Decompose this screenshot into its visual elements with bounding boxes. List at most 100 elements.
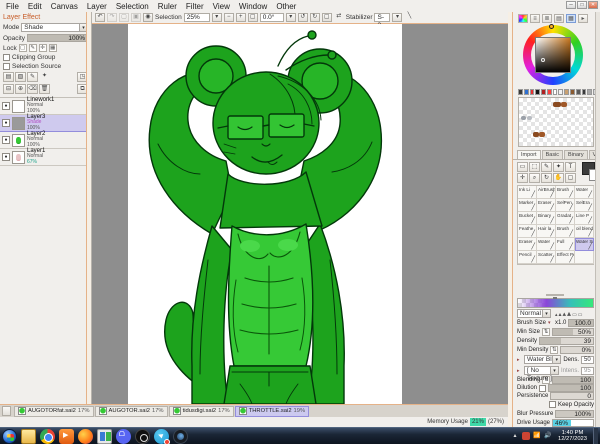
layer-row-layer2[interactable]: ● Layer2 Normal 100% <box>0 132 91 149</box>
swatch-panel-icon[interactable]: ▦ <box>566 14 576 23</box>
zoom-out-button[interactable]: − <box>224 13 234 22</box>
tool-feather[interactable]: Feathe <box>518 225 537 238</box>
keep-opacity-checkbox[interactable] <box>549 401 556 408</box>
rotate-cw-button[interactable]: ↻ <box>310 13 320 22</box>
color-swatch[interactable] <box>587 89 592 95</box>
tool-pencil[interactable]: Pencil <box>518 251 537 264</box>
canvas-area[interactable] <box>92 24 508 404</box>
tool-water-smooth[interactable]: Water Smo <box>575 238 594 251</box>
explorer-icon[interactable] <box>21 429 36 444</box>
media-player-icon[interactable] <box>59 429 74 444</box>
redo-button[interactable]: ↷ <box>107 13 117 22</box>
rotation-angle-field[interactable]: 0.0° <box>260 13 284 22</box>
tool-water[interactable]: Water <box>575 186 594 199</box>
lock-pen-icon[interactable]: ✎ <box>29 44 37 52</box>
color-swatch[interactable] <box>530 89 535 95</box>
color-swatch[interactable] <box>541 89 546 95</box>
min-density-slider[interactable]: 0% <box>560 346 594 354</box>
taskbar-clock[interactable]: 1:40 PM 12/27/2023 <box>555 430 590 443</box>
opacity-slider[interactable]: 100% <box>27 34 88 42</box>
tab-basic[interactable]: Basic <box>542 150 563 159</box>
brush-size-mult[interactable]: x1.0 <box>555 320 566 326</box>
visibility-eye-icon[interactable]: ● <box>2 119 10 127</box>
tool-eraser2[interactable]: Eraser <box>518 238 537 251</box>
tool-airbrush[interactable]: AirBrush <box>537 186 556 199</box>
menu-selection[interactable]: Selection <box>116 2 149 11</box>
min-size-slider[interactable]: 50% <box>552 328 594 336</box>
spin-buttons[interactable]: ⇅ <box>542 328 550 336</box>
dilution-slider[interactable]: 100 <box>548 384 594 392</box>
tray-app-icon[interactable] <box>522 432 530 440</box>
panel-resize-handle[interactable] <box>546 294 564 296</box>
merge-down-button[interactable]: ⊕ <box>15 84 26 94</box>
color-swatch[interactable] <box>535 89 540 95</box>
lock-move-icon[interactable]: ✛ <box>39 44 47 52</box>
selection-source-checkbox[interactable] <box>3 63 10 70</box>
texture-param-value[interactable]: 95 <box>581 367 594 375</box>
layer-row-layer1[interactable]: ● Layer1 Normal 67% <box>0 149 91 166</box>
selection-visibility-toggle[interactable]: ◉ <box>143 13 153 22</box>
stabilizer-dropdown-button[interactable]: ▾ <box>392 13 402 22</box>
spin-buttons[interactable]: ⇅ <box>550 346 558 354</box>
chevron-down-icon[interactable]: ▾ <box>548 320 553 326</box>
stabilizer-value-field[interactable]: S-3 <box>374 13 390 22</box>
new-linework-layer-button[interactable]: ✎ <box>27 72 38 82</box>
expand-arrow-icon[interactable]: ▸ <box>517 368 522 374</box>
color-swatch[interactable] <box>558 89 563 95</box>
chrome-icon[interactable] <box>40 429 55 444</box>
paint-mode-dropdown[interactable]: Normal▾ <box>517 309 551 318</box>
persistence-slider[interactable]: 0 <box>550 392 594 400</box>
menu-canvas[interactable]: Canvas <box>51 2 78 11</box>
obs-icon[interactable] <box>135 429 150 444</box>
new-layer-button[interactable]: ▤ <box>3 72 14 82</box>
tool-scatter[interactable]: Scatter <box>537 251 556 264</box>
color-swatch[interactable] <box>553 89 558 95</box>
menu-file[interactable]: File <box>6 2 19 11</box>
minimize-button[interactable]: ─ <box>566 1 576 9</box>
tool-brush[interactable]: Brush <box>556 186 575 199</box>
texture-dropdown[interactable]: [ No Texture ]▾ <box>524 366 559 375</box>
color-swatch[interactable] <box>547 89 552 95</box>
tab-binary[interactable]: Binary <box>564 150 588 159</box>
color-swatch[interactable] <box>582 89 587 95</box>
network-icon[interactable]: 📶 <box>533 432 541 440</box>
tool-eraser[interactable]: Eraser <box>537 199 556 212</box>
tool-water2[interactable]: Water <box>537 238 556 251</box>
blending-slider[interactable]: 100 <box>552 376 594 384</box>
expand-arrow-icon[interactable]: ▸ <box>517 357 522 363</box>
saturation-value-square[interactable] <box>535 37 571 73</box>
tool-gradation[interactable]: Gradat <box>556 212 575 225</box>
tool-selera[interactable]: SelEra <box>575 199 594 212</box>
density-slider[interactable]: 39 <box>539 337 594 345</box>
menu-layer[interactable]: Layer <box>87 2 107 11</box>
show-desktop-button[interactable] <box>593 428 598 444</box>
brush-size-slider[interactable]: 100.0 <box>568 319 594 327</box>
image-app-icon[interactable] <box>97 429 112 444</box>
lock-transparency-icon[interactable]: ▢ <box>19 44 27 52</box>
angle-dropdown-button[interactable]: ▾ <box>286 13 296 22</box>
color-swatch[interactable] <box>564 89 569 95</box>
menu-edit[interactable]: Edit <box>28 2 42 11</box>
visibility-eye-icon[interactable]: ● <box>2 102 10 110</box>
rgb-sliders-icon[interactable]: ≡ <box>530 14 540 23</box>
panel-more-icon[interactable]: ▸ <box>578 14 588 23</box>
blur-pressure-slider[interactable]: 100% <box>555 410 594 418</box>
flip-horizontal-button[interactable]: ⇄ <box>334 13 344 22</box>
tool-binary[interactable]: Binary <box>537 212 556 225</box>
edge-param-value[interactable]: 50 <box>581 356 594 364</box>
lasso-icon[interactable]: ⬚ <box>529 162 540 172</box>
tab-scroll-button[interactable] <box>2 406 11 416</box>
select-rect-icon[interactable]: ▭ <box>517 162 528 172</box>
sv-marker[interactable] <box>541 58 545 62</box>
rotate-tool-icon[interactable]: ↻ <box>541 173 552 183</box>
deselect-button[interactable]: ▢ <box>119 13 129 22</box>
zoom-dropdown-button[interactable]: ▾ <box>212 13 222 22</box>
visibility-eye-icon[interactable]: ● <box>2 153 10 161</box>
color-swatch[interactable] <box>570 89 575 95</box>
zoom-in-button[interactable]: + <box>236 13 246 22</box>
hand-tool-icon[interactable]: ✋ <box>553 173 564 183</box>
zoom-level-field[interactable]: 25% <box>184 13 210 22</box>
color-wheel-icon[interactable]: ◍ <box>518 14 528 23</box>
canvas-page[interactable] <box>128 24 402 404</box>
menu-filter[interactable]: Filter <box>186 2 204 11</box>
